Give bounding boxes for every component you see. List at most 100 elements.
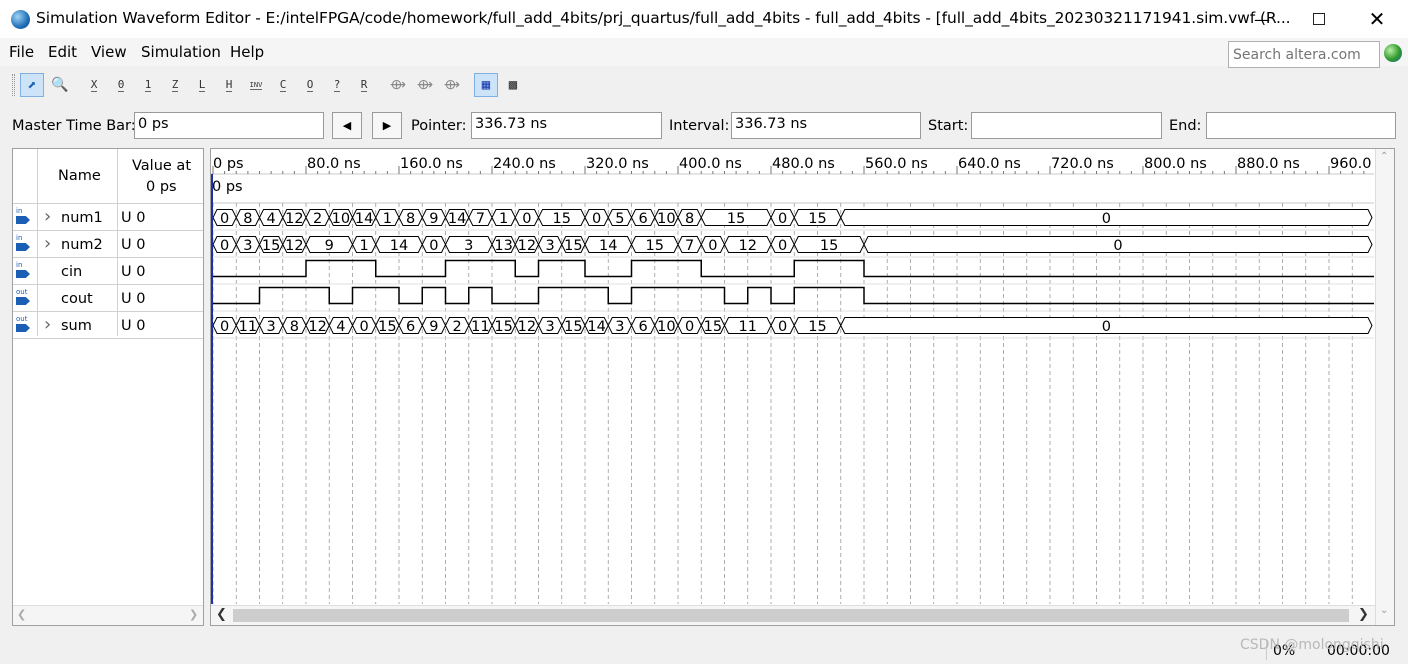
run-functional-simulation-tool-button[interactable]: ⟴ xyxy=(386,73,410,97)
start-field[interactable] xyxy=(971,112,1162,139)
scrollbar-thumb[interactable] xyxy=(233,609,1349,622)
pointer-field[interactable]: 336.73 ns xyxy=(471,112,662,139)
bus-value-label: 14 xyxy=(390,238,408,254)
previous-transition-button[interactable]: ◀ xyxy=(332,112,362,139)
bus-value-label: 9 xyxy=(325,238,334,254)
bus-value-label: 3 xyxy=(615,319,624,335)
waveform-canvas[interactable]: 0 ps 80.0 ns 160.0 ns 240.0 ns 320.0 ns 400.0… xyxy=(211,149,1374,604)
expand-chevron-icon[interactable]: › xyxy=(44,316,51,334)
force-unknown-tool-button[interactable]: X xyxy=(82,73,106,97)
run-timing-simulation-tool-button[interactable]: ⟴ xyxy=(413,73,437,97)
time-tick-label: 160.0 ns xyxy=(400,156,463,172)
bus-value-label: 0 xyxy=(360,319,369,335)
run-functional-simulation-icon: ⟴ xyxy=(389,77,407,93)
menu-file[interactable]: File xyxy=(9,43,34,61)
bit-waveform-cin[interactable] xyxy=(213,259,1374,278)
bus-value-label: 0 xyxy=(522,211,531,227)
master-time-bar-label: Master Time Bar: xyxy=(12,118,136,134)
generate-netlist-tool-button[interactable]: ⟴ xyxy=(440,73,464,97)
expand-chevron-icon[interactable]: › xyxy=(44,235,51,253)
end-label: End: xyxy=(1169,118,1202,134)
signal-row-cout[interactable]: out cout U 0 xyxy=(13,285,203,312)
bus-value-label: 6 xyxy=(639,319,648,335)
time-tick-label: 480.0 ns xyxy=(772,156,835,172)
arrow-right-icon: ▶ xyxy=(382,119,392,132)
bus-value-label: 7 xyxy=(685,238,694,254)
bus-value-label: 0 xyxy=(685,319,694,335)
search-input[interactable] xyxy=(1228,41,1380,68)
scroll-left-icon[interactable]: ❮ xyxy=(17,608,26,621)
count-value-tool-button[interactable]: C xyxy=(271,73,295,97)
next-transition-button[interactable]: ▶ xyxy=(372,112,402,139)
bus-value-label: 3 xyxy=(546,319,555,335)
close-button[interactable]: ✕ xyxy=(1348,0,1406,38)
signal-row-cin[interactable]: in cin U 0 xyxy=(13,258,203,285)
force-weak-high-tool-button[interactable]: H xyxy=(217,73,241,97)
bus-value-label: 15 xyxy=(564,319,582,335)
pointer-icon: ⬈ xyxy=(27,76,37,94)
force-high-tool-button[interactable]: 1 xyxy=(136,73,160,97)
value-column-header[interactable]: Value at xyxy=(132,158,191,174)
bus-value-label: 6 xyxy=(406,319,415,335)
signal-row-num2[interactable]: in › num2 U 0 xyxy=(13,231,203,258)
name-column-header[interactable]: Name xyxy=(58,168,101,184)
force-low-tool-button[interactable]: 0 xyxy=(109,73,133,97)
scroll-left-icon[interactable]: ❮ xyxy=(216,607,227,622)
pointer-tool-button[interactable]: ⬈ xyxy=(20,73,44,97)
close-icon: ✕ xyxy=(1368,7,1386,31)
scroll-down-icon[interactable]: ⌄ xyxy=(1380,605,1388,616)
bus-value-label: 6 xyxy=(639,211,648,227)
expand-chevron-icon[interactable]: › xyxy=(44,208,51,226)
start-label: Start: xyxy=(928,118,969,134)
menu-view[interactable]: View xyxy=(91,43,127,61)
overwrite-clock-tool-button[interactable]: O xyxy=(298,73,322,97)
bus-value-label: 11 xyxy=(471,319,489,335)
signal-row-sum[interactable]: out › sum U 0 xyxy=(13,312,203,339)
signal-value: U 0 xyxy=(121,237,146,253)
bus-value-label: 11 xyxy=(239,319,257,335)
bus-value-label: 9 xyxy=(429,211,438,227)
signal-list-h-scrollbar[interactable]: ❮ ❯ xyxy=(13,605,203,625)
bus-value-label: 0 xyxy=(1102,211,1111,227)
signal-name: cout xyxy=(61,291,93,307)
waveform-v-scrollbar[interactable]: ⌃ ⌄ xyxy=(1375,149,1394,625)
run-timing-simulation-icon: ⟴ xyxy=(416,77,434,93)
input-pin-icon: in xyxy=(16,235,32,253)
bus-value-label: 1 xyxy=(383,211,392,227)
waveform-panel[interactable]: 0 ps 80.0 ns 160.0 ns 240.0 ns 320.0 ns 400.0… xyxy=(210,148,1395,626)
bus-value-label: 12 xyxy=(518,319,536,335)
bit-waveform-cout[interactable] xyxy=(213,286,1374,305)
interval-field[interactable]: 336.73 ns xyxy=(731,112,921,139)
end-field[interactable] xyxy=(1206,112,1396,139)
overwrite-clock-icon: O xyxy=(306,78,314,92)
master-time-bar-field[interactable]: 0 ps xyxy=(134,112,324,139)
bus-value-label: 11 xyxy=(739,319,757,335)
scroll-right-icon[interactable]: ❯ xyxy=(1358,607,1369,622)
count-value-icon: C xyxy=(279,78,287,92)
scroll-up-icon[interactable]: ⌃ xyxy=(1380,151,1388,162)
generate-netlist-icon: ⟴ xyxy=(443,77,461,93)
bus-value-label: 13 xyxy=(494,238,512,254)
minimize-button[interactable]: — xyxy=(1233,0,1291,38)
random-values-tool-button[interactable]: R xyxy=(352,73,376,97)
maximize-button[interactable] xyxy=(1290,0,1348,38)
force-high-impedance-tool-button[interactable]: Z xyxy=(163,73,187,97)
invert-tool-button[interactable]: INV xyxy=(244,73,268,97)
globe-icon[interactable] xyxy=(1384,44,1402,62)
menu-edit[interactable]: Edit xyxy=(48,43,77,61)
scroll-right-icon[interactable]: ❯ xyxy=(189,608,198,621)
bus-value-label: 15 xyxy=(808,319,826,335)
zoom-tool-button[interactable]: 🔍 xyxy=(48,73,72,97)
menu-simulation[interactable]: Simulation xyxy=(141,43,221,61)
force-unknown-icon: X xyxy=(90,78,98,92)
signal-value: U 0 xyxy=(121,318,146,334)
snap-to-grid-tool-button[interactable]: ▦ xyxy=(474,73,498,97)
menu-help[interactable]: Help xyxy=(230,43,264,61)
signal-value: U 0 xyxy=(121,264,146,280)
force-weak-low-tool-button[interactable]: L xyxy=(190,73,214,97)
signal-name: num1 xyxy=(61,210,103,226)
waveform-h-scrollbar[interactable]: ❮ ❯ xyxy=(211,605,1375,625)
signal-row-num1[interactable]: in › num1 U 0 xyxy=(13,204,203,231)
grid-view-tool-button[interactable]: ▩ xyxy=(501,73,525,97)
arbitrary-value-tool-button[interactable]: ? xyxy=(325,73,349,97)
